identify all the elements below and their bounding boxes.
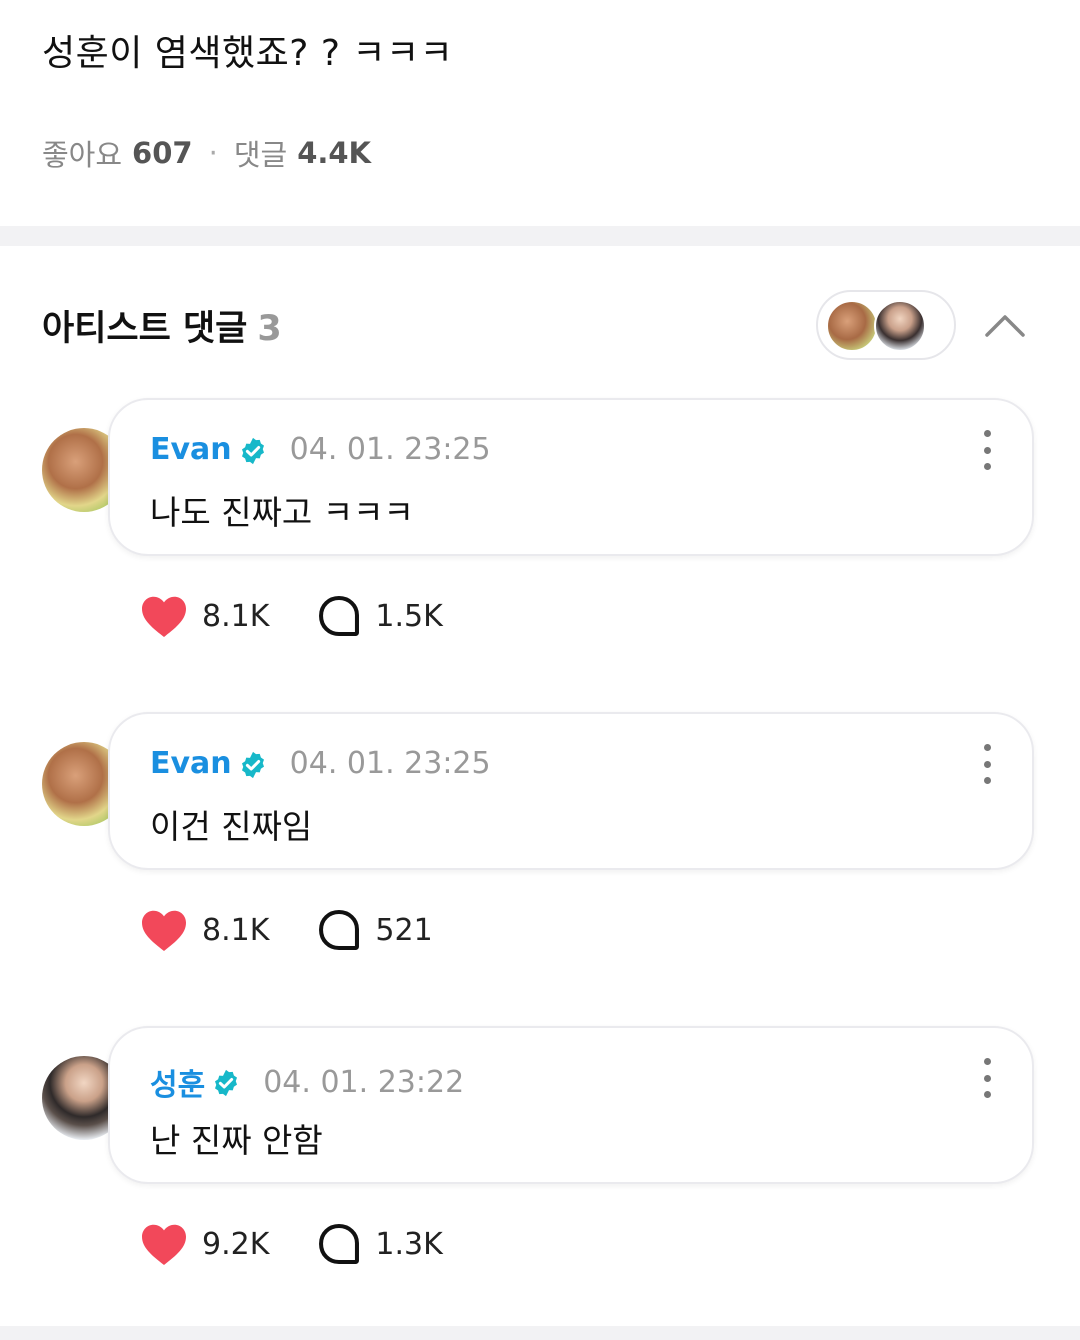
artist-comments-count: 3 [257, 309, 282, 349]
speech-bubble-icon [319, 596, 360, 636]
more-dot [983, 1091, 991, 1098]
more-vertical-icon [983, 1058, 991, 1065]
reply-button[interactable]: 521 [317, 908, 433, 952]
likes-label: 좋아요 [42, 138, 123, 172]
comment-bubble: Evan 04. 01. 23:25 나도 진짜고 ㅋㅋㅋ [108, 398, 1034, 556]
verified-badge-icon [241, 751, 264, 778]
reply-count: 1.3K [375, 1226, 443, 1262]
comment-actions: 8.1K 1.5K [140, 594, 443, 638]
comment-meta: Evan 04. 01. 23:25 [150, 432, 491, 467]
artist-comments-header: 아티스트 댓글 3 [42, 300, 282, 351]
comment-bubble: 성훈 04. 01. 23:22 난 진짜 안함 [108, 1026, 1034, 1184]
reply-count: 521 [375, 912, 433, 948]
reply-button[interactable]: 1.3K [317, 1222, 443, 1266]
post-stats: 좋아요 607 · 댓글 4.4K [42, 132, 371, 174]
comment-actions: 8.1K 521 [140, 908, 433, 952]
speech-bubble-icon [319, 1224, 360, 1264]
artist-avatar-evan [826, 300, 878, 352]
like-button[interactable]: 8.1K [140, 594, 269, 638]
like-count: 8.1K [202, 598, 270, 634]
comment-bubble: Evan 04. 01. 23:25 이건 진짜임 [108, 712, 1034, 870]
like-count: 8.1K [202, 912, 270, 948]
artist-comments-title: 아티스트 댓글 [42, 309, 248, 349]
more-dot [983, 760, 991, 768]
reply-count: 1.5K [375, 598, 443, 634]
verified-badge-icon [241, 437, 264, 464]
speech-bubble-icon [319, 910, 360, 950]
comments-count: 4.4K [297, 136, 372, 170]
chevron-up-icon [985, 315, 1025, 337]
more-dot [983, 777, 991, 784]
more-dot [983, 446, 991, 454]
stats-separator: · [208, 136, 218, 170]
more-dot [983, 1074, 991, 1082]
heart-icon [142, 596, 186, 637]
more-dot [983, 463, 991, 470]
more-options-button[interactable] [972, 430, 1002, 470]
section-divider [0, 226, 1080, 246]
heart-icon [142, 910, 186, 951]
bottom-divider [0, 1326, 1080, 1340]
reply-button[interactable]: 1.5K [317, 594, 443, 638]
comment-text: 이건 진짜임 [150, 807, 313, 846]
comments-label: 댓글 [233, 138, 288, 172]
more-options-button[interactable] [972, 1058, 1002, 1098]
comment-meta: Evan 04. 01. 23:25 [150, 746, 491, 781]
comment-meta: 성훈 04. 01. 23:22 [150, 1060, 464, 1104]
likes-count: 607 [132, 136, 193, 170]
more-options-button[interactable] [972, 744, 1002, 784]
like-count: 9.2K [202, 1226, 270, 1262]
comment-actions: 9.2K 1.3K [140, 1222, 443, 1266]
verified-badge-icon [215, 1069, 238, 1097]
comment-time: 04. 01. 23:22 [263, 1064, 465, 1100]
more-vertical-icon [983, 430, 991, 437]
more-vertical-icon [983, 744, 991, 751]
comment-time: 04. 01. 23:25 [289, 432, 491, 467]
heart-icon [142, 1224, 186, 1265]
post-title: 성훈이 염색했죠? ? ㅋㅋㅋ [42, 33, 454, 74]
comment-text: 난 진짜 안함 [150, 1121, 323, 1160]
collapse-button[interactable] [980, 300, 1030, 350]
comment-author[interactable]: Evan [150, 746, 232, 781]
artist-avatar-sunghoon [874, 300, 926, 352]
comment-author[interactable]: 성훈 [150, 1060, 205, 1104]
comment-time: 04. 01. 23:25 [289, 746, 491, 781]
artist-avatar-group[interactable] [816, 290, 956, 360]
like-button[interactable]: 8.1K [140, 908, 269, 952]
comment-text: 나도 진짜고 ㅋㅋㅋ [150, 493, 414, 532]
like-button[interactable]: 9.2K [140, 1222, 269, 1266]
comment-author[interactable]: Evan [150, 432, 232, 467]
